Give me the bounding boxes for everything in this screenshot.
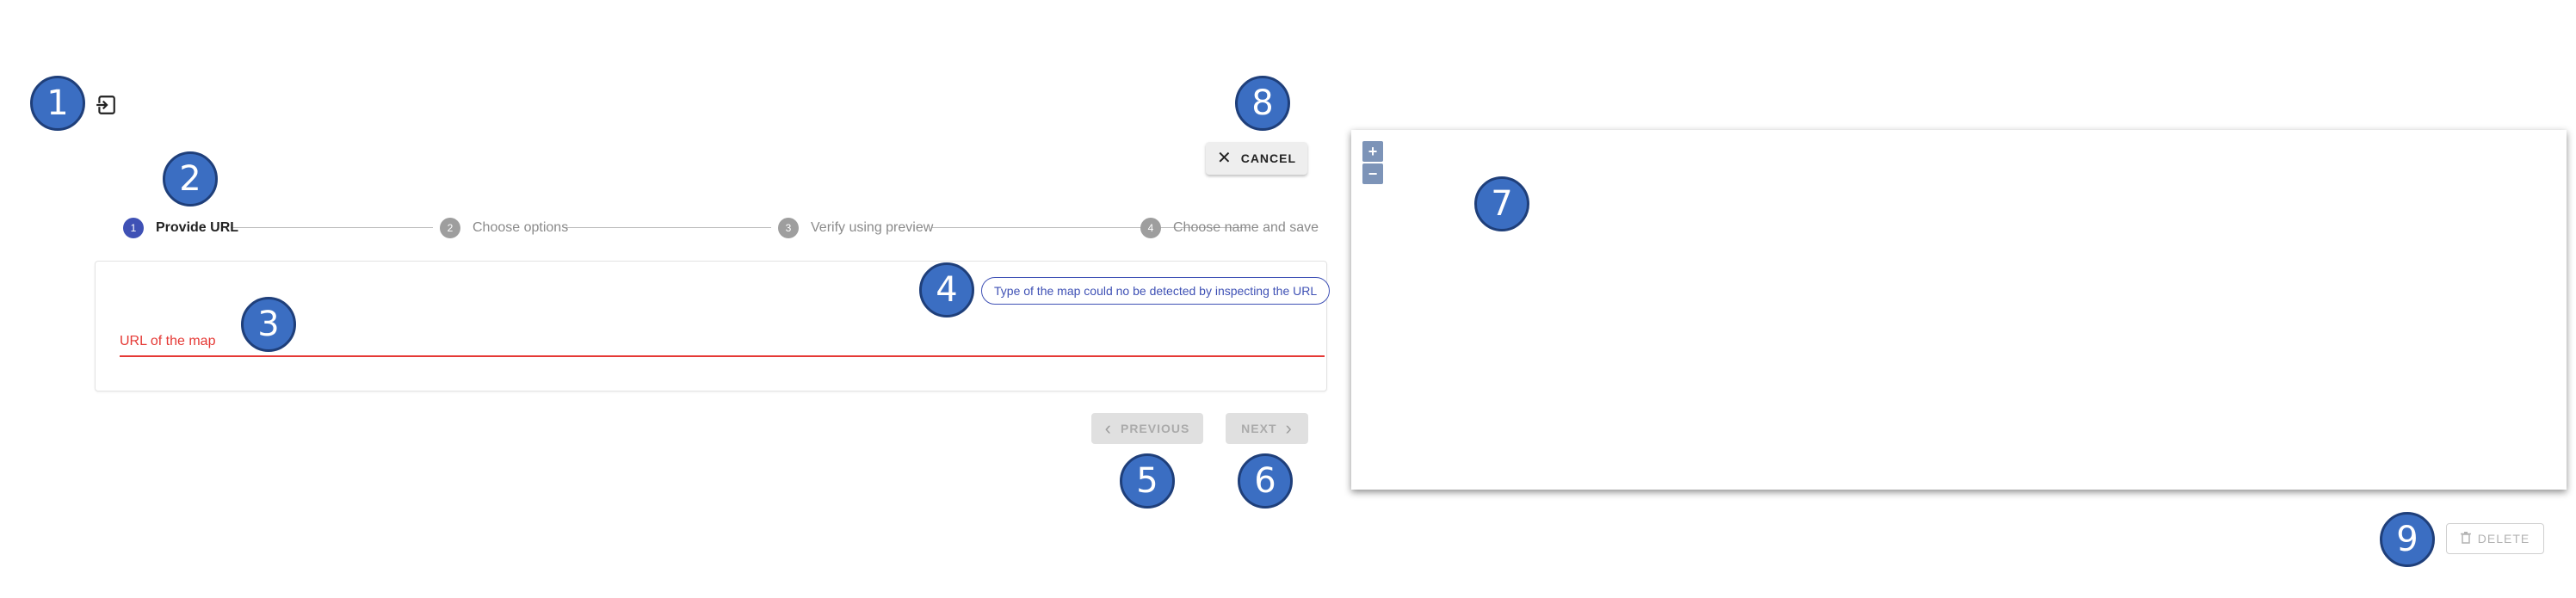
step-label: Provide URL: [156, 220, 239, 235]
exit-to-app-icon[interactable]: [95, 94, 117, 116]
callout-badge: 4: [919, 262, 974, 317]
callout-badge: 9: [2380, 512, 2435, 567]
cancel-button-label: CANCEL: [1240, 151, 1297, 165]
stepper: 1 Provide URL 2 Choose options 3 Verify …: [120, 215, 1319, 241]
cancel-button[interactable]: ✕ CANCEL: [1206, 142, 1307, 175]
step-label: Choose options: [473, 220, 569, 235]
next-button-label: NEXT: [1241, 422, 1277, 435]
zoom-in-button[interactable]: +: [1362, 141, 1383, 162]
step-connector: [565, 227, 771, 228]
step-provide-url[interactable]: 1 Provide URL: [123, 215, 238, 241]
chevron-left-icon: ‹: [1104, 417, 1112, 439]
step-choose-name-save[interactable]: 4 Choose name and save: [1140, 215, 1319, 241]
url-input[interactable]: [120, 355, 1325, 357]
delete-button[interactable]: DELETE: [2446, 523, 2544, 554]
step-choose-options[interactable]: 2 Choose options: [440, 215, 568, 241]
callout-badge: 8: [1235, 76, 1290, 131]
step-label: Verify using preview: [811, 220, 934, 235]
url-field-label[interactable]: URL of the map: [120, 334, 215, 349]
map-preview[interactable]: [1351, 130, 2567, 490]
step-number: 1: [123, 218, 144, 238]
step-number: 3: [778, 218, 799, 238]
map-wizard-page: ✕ CANCEL 1 Provide URL 2 Choose options …: [0, 0, 2576, 598]
delete-button-label: DELETE: [2477, 532, 2530, 546]
step-connector: [231, 227, 433, 228]
callout-badge: 3: [241, 297, 296, 352]
callout-badge: 1: [30, 76, 85, 131]
callout-badge: 7: [1474, 176, 1529, 231]
close-icon: ✕: [1216, 149, 1232, 168]
step-verify-preview[interactable]: 3 Verify using preview: [778, 215, 933, 241]
previous-button[interactable]: ‹ PREVIOUS: [1091, 413, 1203, 444]
trash-icon: [2460, 531, 2471, 546]
zoom-out-button[interactable]: −: [1362, 163, 1383, 184]
map-type-detection-chip[interactable]: Type of the map could no be detected by …: [981, 277, 1331, 305]
step-number: 4: [1140, 218, 1161, 238]
next-button[interactable]: NEXT ›: [1226, 413, 1308, 444]
callout-badge: 5: [1120, 453, 1175, 509]
callout-badge: 2: [163, 151, 218, 207]
step-label: Choose name and save: [1173, 220, 1319, 235]
callout-badge: 6: [1238, 453, 1293, 509]
chevron-right-icon: ›: [1285, 417, 1293, 439]
previous-button-label: PREVIOUS: [1120, 422, 1190, 435]
step-number: 2: [440, 218, 460, 238]
